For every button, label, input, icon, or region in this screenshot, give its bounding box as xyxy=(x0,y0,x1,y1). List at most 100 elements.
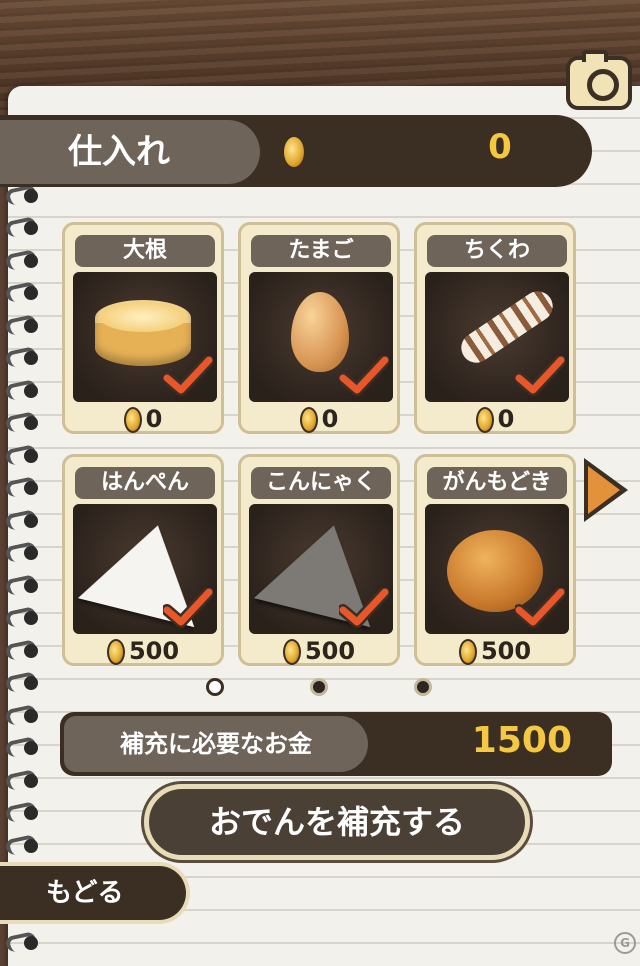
binding-ring xyxy=(4,508,40,534)
binding-hole xyxy=(24,708,38,723)
item-photo xyxy=(73,504,217,634)
binding-ring xyxy=(4,540,40,566)
page-dot-2[interactable] xyxy=(310,678,328,696)
binding-ring xyxy=(4,215,40,241)
binding-ring xyxy=(4,410,40,436)
item-price: 0 xyxy=(417,405,573,433)
item-card-hanpen[interactable]: はんぺん 500 xyxy=(62,454,224,666)
coin-icon xyxy=(282,135,306,169)
binding-ring xyxy=(4,768,40,794)
item-card-ganmodoki[interactable]: がんもどき 500 xyxy=(414,454,576,666)
item-name: ちくわ xyxy=(427,235,567,267)
item-photo xyxy=(425,504,569,634)
checkmark-icon xyxy=(163,588,213,628)
binding-hole xyxy=(24,188,38,203)
binding-ring xyxy=(4,280,40,306)
binding-hole xyxy=(24,318,38,333)
page-dot-3[interactable] xyxy=(414,678,432,696)
watermark-logo: G xyxy=(614,932,636,954)
binding-hole xyxy=(24,286,38,300)
checkmark-icon xyxy=(163,356,213,396)
item-card-konnyaku[interactable]: こんにゃく 500 xyxy=(238,454,400,666)
binding-ring xyxy=(4,378,40,404)
item-name: がんもどき xyxy=(427,467,567,499)
binding-hole xyxy=(24,578,38,593)
item-price: 500 xyxy=(417,637,573,665)
binding-hole xyxy=(24,513,38,528)
item-price-value: 500 xyxy=(304,637,356,665)
item-photo xyxy=(249,504,393,634)
checkmark-icon xyxy=(339,356,389,396)
binding-hole xyxy=(24,773,38,788)
item-price-value: 0 xyxy=(321,405,339,433)
binding-ring xyxy=(4,605,40,631)
camera-button[interactable] xyxy=(566,50,632,110)
back-button[interactable]: もどる xyxy=(0,862,190,924)
item-price: 500 xyxy=(65,637,221,665)
item-photo xyxy=(425,272,569,402)
refill-oden-button[interactable]: おでんを補充する xyxy=(144,784,530,860)
binding-hole xyxy=(24,676,38,690)
item-name: こんにゃく xyxy=(251,467,391,499)
binding-hole xyxy=(24,351,38,365)
binding-ring xyxy=(4,638,40,664)
binding-hole xyxy=(24,383,38,398)
required-cost-label: 補充に必要なお金 xyxy=(64,716,368,772)
checkmark-icon xyxy=(515,356,565,396)
binding-ring xyxy=(4,833,40,859)
item-card-chikuwa[interactable]: ちくわ 0 xyxy=(414,222,576,434)
binding-hole xyxy=(24,448,38,463)
item-photo xyxy=(73,272,217,402)
binding-ring xyxy=(4,800,40,826)
binding-hole xyxy=(24,416,38,430)
item-price-value: 0 xyxy=(497,405,515,433)
camera-icon xyxy=(587,69,619,101)
coin-icon xyxy=(106,639,125,665)
coin-icon xyxy=(458,639,477,665)
binding-ring xyxy=(4,475,40,501)
binding-hole xyxy=(24,838,38,853)
binding-hole xyxy=(24,643,38,658)
binding-ring xyxy=(4,345,40,371)
item-price: 0 xyxy=(65,405,221,433)
coin-icon xyxy=(282,639,301,665)
item-name: たまご xyxy=(251,235,391,267)
spiral-binding xyxy=(0,150,40,955)
binding-ring xyxy=(4,443,40,469)
camera-bump xyxy=(582,50,608,62)
checkmark-icon xyxy=(339,588,389,628)
coin-icon xyxy=(475,407,494,433)
item-name: 大根 xyxy=(75,235,215,267)
coin-icon xyxy=(123,407,142,433)
balance-value: 0 xyxy=(488,127,512,167)
page-title: 仕入れ xyxy=(0,120,260,184)
item-price: 500 xyxy=(241,637,397,665)
next-arrow-icon[interactable] xyxy=(584,458,628,522)
binding-hole xyxy=(24,221,38,235)
binding-ring xyxy=(4,248,40,274)
item-card-daikon[interactable]: 大根 0 xyxy=(62,222,224,434)
item-price-value: 500 xyxy=(128,637,180,665)
binding-hole xyxy=(24,546,38,560)
required-cost-value: 1500 xyxy=(471,720,572,761)
checkmark-icon xyxy=(515,588,565,628)
item-price-value: 500 xyxy=(480,637,532,665)
binding-hole xyxy=(24,611,38,625)
item-card-egg[interactable]: たまご 0 xyxy=(238,222,400,434)
item-price-value: 0 xyxy=(145,405,163,433)
coin-icon xyxy=(299,407,318,433)
binding-hole xyxy=(24,936,38,950)
page-dot-1[interactable] xyxy=(206,678,224,696)
item-name: はんぺん xyxy=(75,467,215,499)
binding-hole xyxy=(24,481,38,495)
binding-ring xyxy=(4,930,40,956)
binding-hole xyxy=(24,253,38,268)
binding-hole xyxy=(24,741,38,755)
binding-ring xyxy=(4,670,40,696)
binding-ring xyxy=(4,735,40,761)
binding-ring xyxy=(4,313,40,339)
binding-ring xyxy=(4,573,40,599)
item-photo xyxy=(249,272,393,402)
binding-hole xyxy=(24,806,38,820)
required-cost-bar: 補充に必要なお金 1500 xyxy=(60,712,612,776)
